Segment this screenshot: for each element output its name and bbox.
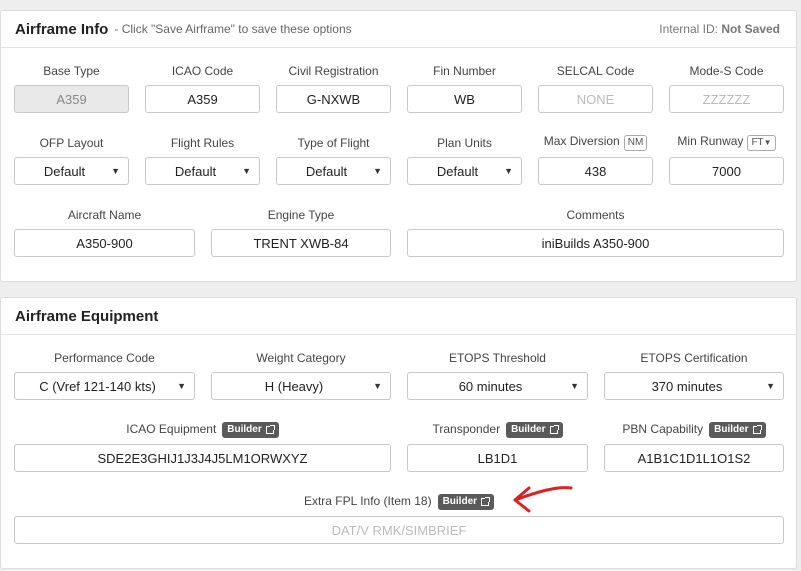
flight-rules-value: Default	[174, 163, 217, 179]
performance-code-value: C (Vref 121-140 kts)	[39, 378, 156, 394]
extra-fpl-builder-button[interactable]: Builder	[437, 494, 495, 510]
internal-id-label: Internal ID:	[659, 22, 718, 36]
min-runway-input[interactable]: 7000	[669, 157, 784, 185]
panel-title: Airframe Equipment	[15, 307, 159, 325]
pbn-capability-label-row: PBN Capability Builder	[604, 422, 784, 438]
transponder-builder-button[interactable]: Builder	[506, 422, 563, 438]
base-type-input: A359	[14, 85, 129, 113]
chevron-down-icon: ▼	[373, 381, 382, 391]
extra-fpl-label: Extra FPL Info (Item 18)	[303, 494, 432, 509]
type-of-flight-select[interactable]: Default ▼	[276, 157, 391, 185]
etops-certification-select[interactable]: 370 minutes ▼	[604, 372, 784, 400]
external-link-icon	[481, 497, 491, 506]
transponder-input[interactable]: LB1D1	[407, 444, 588, 472]
max-diversion-unit: NM	[623, 135, 648, 151]
flight-rules-label: Flight Rules	[170, 136, 235, 150]
min-runway-unit: FT	[751, 137, 764, 148]
etops-threshold-value: 60 minutes	[458, 378, 523, 394]
type-of-flight-label: Type of Flight	[297, 136, 370, 150]
performance-code-select[interactable]: C (Vref 121-140 kts) ▼	[14, 372, 195, 400]
weight-category-label: Weight Category	[256, 351, 346, 365]
icao-equipment-builder-button[interactable]: Builder	[222, 422, 279, 438]
icao-code-label: ICAO Code	[171, 64, 234, 78]
internal-id: Internal ID: Not Saved	[659, 22, 780, 36]
transponder-label-row: Transponder Builder	[407, 422, 588, 438]
etops-threshold-label: ETOPS Threshold	[449, 351, 546, 365]
chevron-down-icon: ▼	[373, 166, 382, 176]
comments-label: Comments	[566, 208, 625, 222]
modes-code-label: Mode-S Code	[689, 64, 764, 78]
min-runway-label: Min Runway	[677, 134, 744, 148]
etops-certification-value: 370 minutes	[651, 378, 723, 394]
airframe-equipment-panel: Airframe Equipment Performance Code C (V…	[0, 297, 797, 569]
arrow-head	[513, 486, 531, 513]
plan-units-select[interactable]: Default ▼	[407, 157, 522, 185]
chevron-down-icon: ▼	[766, 381, 775, 391]
weight-category-value: H (Heavy)	[264, 378, 324, 394]
chevron-down-icon: ▼	[763, 138, 772, 147]
chevron-down-icon: ▼	[177, 381, 186, 391]
max-diversion-label: Max Diversion	[543, 134, 620, 148]
performance-code-label: Performance Code	[54, 351, 155, 365]
extra-fpl-input[interactable]: DAT/V RMK/SIMBRIEF	[14, 516, 784, 544]
pbn-capability-input[interactable]: A1B1C1D1L1O1S2	[604, 444, 784, 472]
selcal-code-input[interactable]: NONE	[538, 85, 653, 113]
flight-rules-select[interactable]: Default ▼	[145, 157, 260, 185]
modes-code-input[interactable]: ZZZZZZ	[669, 85, 784, 113]
max-diversion-input[interactable]: 438	[538, 157, 653, 185]
transponder-label: Transponder	[432, 422, 501, 437]
panel-hint: - Click "Save Airframe" to save these op…	[114, 22, 352, 36]
builder-label: Builder	[511, 424, 546, 435]
builder-label: Builder	[442, 496, 478, 507]
base-type-label: Base Type	[43, 64, 100, 78]
chevron-down-icon: ▼	[570, 381, 579, 391]
builder-label: Builder	[714, 424, 749, 435]
etops-threshold-select[interactable]: 60 minutes ▼	[407, 372, 588, 400]
chevron-down-icon: ▼	[242, 166, 251, 176]
max-diversion-label-row: Max Diversion NM	[538, 134, 653, 151]
fin-number-input[interactable]: WB	[407, 85, 522, 113]
engine-type-label: Engine Type	[267, 208, 335, 222]
red-arrow-annotation	[513, 486, 573, 513]
selcal-code-label: SELCAL Code	[556, 64, 635, 78]
pbn-capability-label: PBN Capability	[622, 422, 704, 437]
extra-fpl-label-row: Extra FPL Info (Item 18) Builder	[14, 494, 784, 510]
civil-registration-input[interactable]: G-NXWB	[276, 85, 391, 113]
type-of-flight-value: Default	[305, 163, 348, 179]
civil-registration-label: Civil Registration	[288, 64, 379, 78]
etops-certification-label: ETOPS Certification	[640, 351, 748, 365]
min-runway-label-row: Min Runway FT▼	[669, 134, 784, 151]
icao-equipment-input[interactable]: SDE2E3GHIJ1J3J4J5LM1ORWXYZ	[14, 444, 391, 472]
airframe-equipment-header: Airframe Equipment	[1, 298, 796, 335]
aircraft-name-label: Aircraft Name	[67, 208, 142, 222]
builder-label: Builder	[227, 424, 262, 435]
chevron-down-icon: ▼	[111, 166, 120, 176]
airframe-info-panel: Airframe Info - Click "Save Airframe" to…	[0, 10, 797, 282]
external-link-icon	[265, 425, 275, 434]
chevron-down-icon: ▼	[504, 166, 513, 176]
icao-equipment-label-row: ICAO Equipment Builder	[14, 422, 391, 438]
external-link-icon	[549, 425, 559, 434]
fin-number-label: Fin Number	[433, 64, 496, 78]
icao-code-input[interactable]: A359	[145, 85, 260, 113]
panel-title: Airframe Info	[15, 20, 109, 38]
min-runway-unit-select[interactable]: FT▼	[747, 135, 776, 151]
pbn-capability-builder-button[interactable]: Builder	[709, 422, 766, 438]
plan-units-label: Plan Units	[437, 136, 492, 150]
engine-type-input[interactable]: TRENT XWB-84	[211, 229, 391, 257]
aircraft-name-input[interactable]: A350-900	[14, 229, 195, 257]
ofp-layout-label: OFP Layout	[39, 136, 104, 150]
external-link-icon	[752, 425, 762, 434]
internal-id-value: Not Saved	[721, 22, 780, 36]
ofp-layout-select[interactable]: Default ▼	[14, 157, 129, 185]
plan-units-value: Default	[436, 163, 479, 179]
weight-category-select[interactable]: H (Heavy) ▼	[211, 372, 391, 400]
icao-equipment-label: ICAO Equipment	[126, 422, 217, 437]
ofp-layout-value: Default	[43, 163, 86, 179]
comments-input[interactable]: iniBuilds A350-900	[407, 229, 784, 257]
